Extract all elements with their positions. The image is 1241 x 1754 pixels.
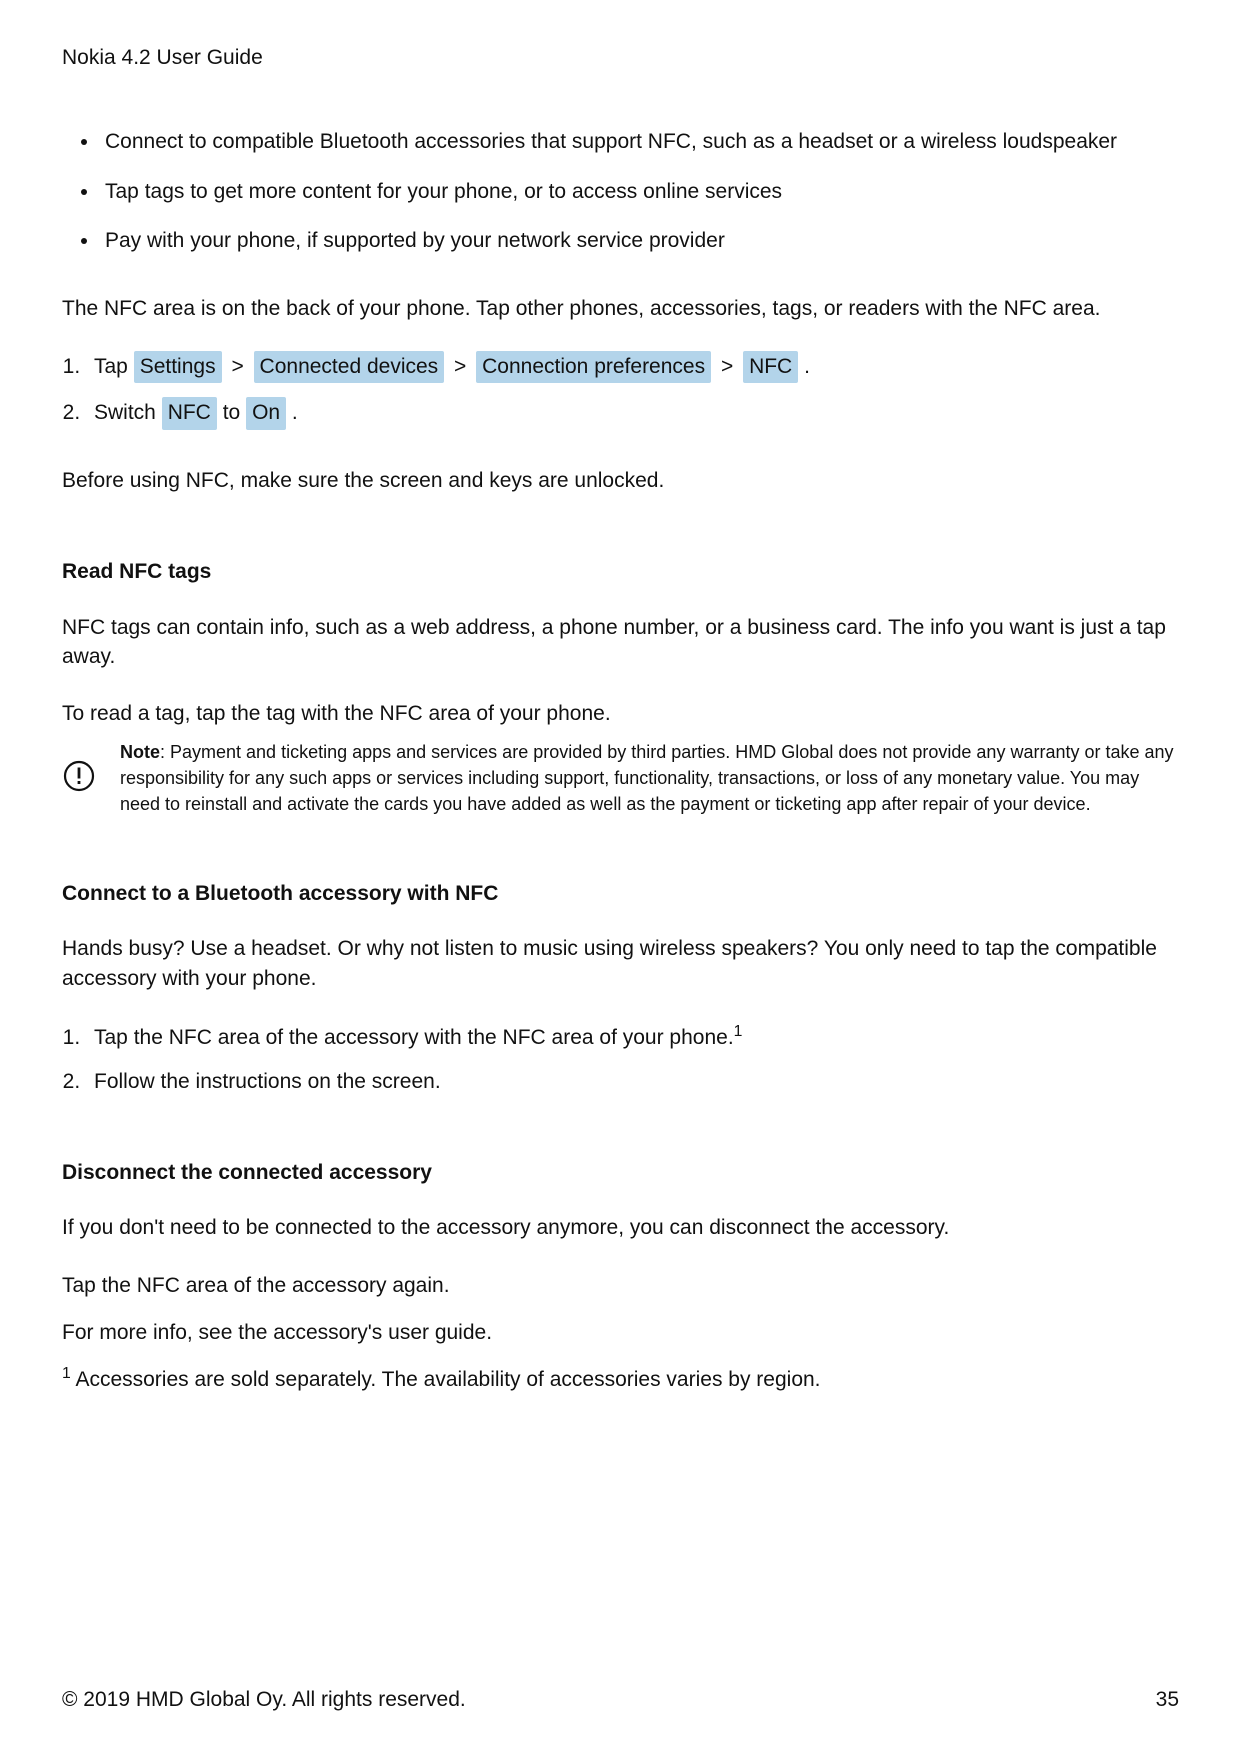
read-tags-para1: NFC tags can contain info, such as a web… [62, 613, 1179, 672]
breadcrumb-separator: > [717, 355, 737, 378]
step-suffix: . [292, 401, 298, 424]
doc-header-title: Nokia 4.2 User Guide [62, 43, 1179, 72]
breadcrumb-separator: > [227, 355, 247, 378]
enable-nfc-steps: Tap Settings > Connected devices > Conne… [62, 351, 1179, 430]
nfc-area-paragraph: The NFC area is on the back of your phon… [62, 294, 1179, 323]
section-title-disconnect: Disconnect the connected accessory [62, 1158, 1179, 1187]
disconnect-para3: For more info, see the accessory's user … [62, 1318, 1179, 1347]
step-prefix: Tap [94, 355, 134, 378]
connect-bt-para: Hands busy? Use a headset. Or why not li… [62, 934, 1179, 993]
read-tags-para2: To read a tag, tap the tag with the NFC … [62, 699, 1179, 728]
copyright: © 2019 HMD Global Oy. All rights reserve… [62, 1685, 466, 1714]
ui-chip-connected-devices: Connected devices [254, 351, 445, 383]
ui-chip-nfc: NFC [743, 351, 798, 383]
list-item: Follow the instructions on the screen. [86, 1067, 1179, 1096]
note-label: Note [120, 742, 160, 762]
section-title-read-nfc-tags: Read NFC tags [62, 557, 1179, 586]
list-item: Switch NFC to On . [86, 397, 1179, 429]
list-item: Pay with your phone, if supported by you… [100, 226, 1179, 255]
step-text: Tap the NFC area of the accessory with t… [94, 1026, 734, 1049]
ui-chip-on: On [246, 397, 286, 429]
section-title-connect-bt-nfc: Connect to a Bluetooth accessory with NF… [62, 879, 1179, 908]
step-mid: to [223, 401, 246, 424]
ui-chip-connection-preferences: Connection preferences [476, 351, 711, 383]
note-block: Note: Payment and ticketing apps and ser… [62, 739, 1179, 817]
intro-bullet-list: Connect to compatible Bluetooth accessor… [62, 127, 1179, 255]
connect-bt-steps: Tap the NFC area of the accessory with t… [62, 1021, 1179, 1096]
footnote-ref-num: 1 [62, 1365, 71, 1382]
breadcrumb-separator: > [450, 355, 470, 378]
before-using-paragraph: Before using NFC, make sure the screen a… [62, 466, 1179, 495]
step-prefix: Switch [94, 401, 162, 424]
footnote-ref: 1 [734, 1023, 743, 1040]
list-item: Tap Settings > Connected devices > Conne… [86, 351, 1179, 383]
ui-chip-nfc: NFC [162, 397, 217, 429]
note-body: : Payment and ticketing apps and service… [120, 742, 1174, 814]
list-item: Connect to compatible Bluetooth accessor… [100, 127, 1179, 156]
page: Nokia 4.2 User Guide Connect to compatib… [0, 0, 1241, 1754]
list-item: Tap tags to get more content for your ph… [100, 177, 1179, 206]
list-item: Tap the NFC area of the accessory with t… [86, 1021, 1179, 1052]
warning-icon [62, 759, 96, 801]
footnote-text: Accessories are sold separately. The ava… [71, 1368, 821, 1391]
page-footer: © 2019 HMD Global Oy. All rights reserve… [62, 1685, 1179, 1714]
step-suffix: . [804, 355, 810, 378]
note-text: Note: Payment and ticketing apps and ser… [120, 739, 1179, 817]
disconnect-para2: Tap the NFC area of the accessory again. [62, 1271, 1179, 1300]
footnote: 1 Accessories are sold separately. The a… [62, 1363, 1179, 1394]
disconnect-para1: If you don't need to be connected to the… [62, 1213, 1179, 1242]
page-number: 35 [1156, 1685, 1179, 1714]
ui-chip-settings: Settings [134, 351, 222, 383]
